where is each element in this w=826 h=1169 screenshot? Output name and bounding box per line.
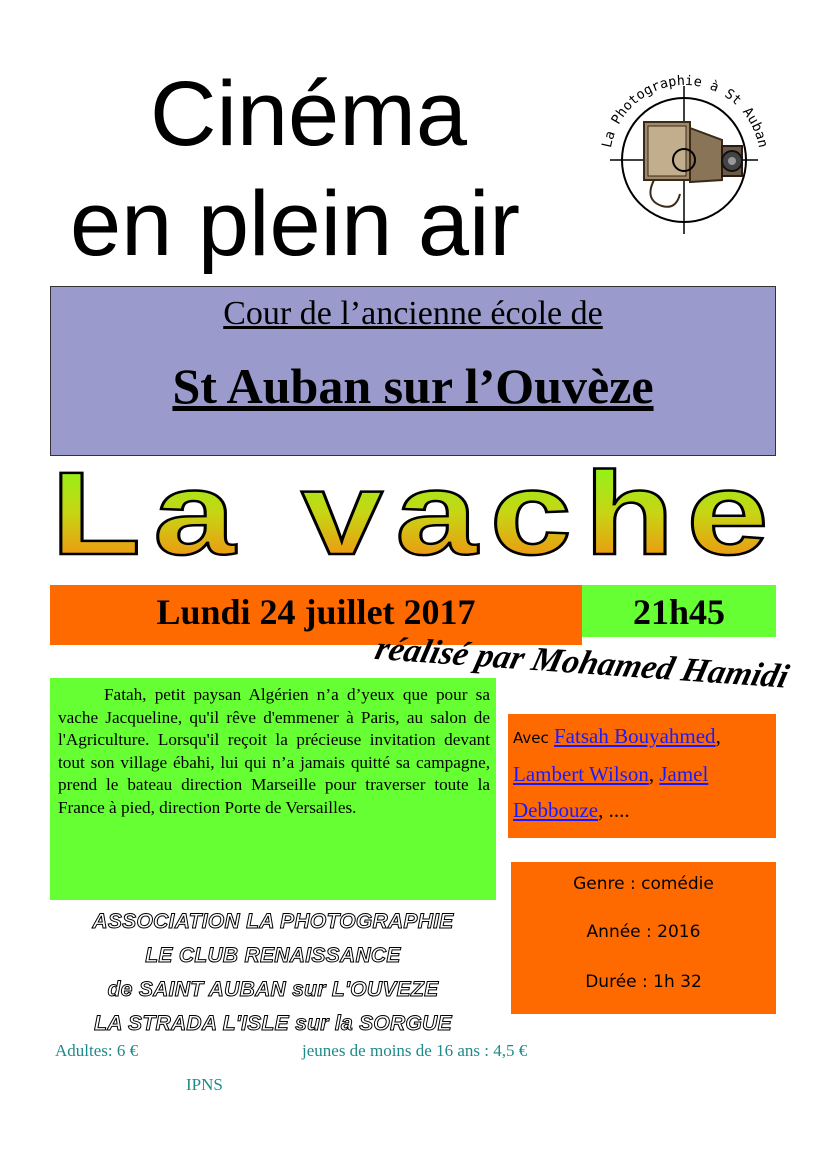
screening-date: Lundi 24 juillet 2017 <box>156 592 476 632</box>
title-line-2: en plein air <box>70 173 521 275</box>
cast-box: Avec Fatsah Bouyahmed, Lambert Wilson, J… <box>508 714 776 838</box>
date-banner: Lundi 24 juillet 2017 <box>50 585 582 645</box>
synopsis-box: Fatah, petit paysan Algérien n’a d’yeux … <box>50 678 496 900</box>
actor-link-1[interactable]: Fatsah Bouyahmed <box>554 724 716 748</box>
cast-separator: , <box>715 724 721 748</box>
time-banner: 21h45 <box>582 585 776 637</box>
film-title: La vache <box>50 447 781 576</box>
ipns-mark: IPNS <box>186 1075 223 1094</box>
club-logo: La Photographie à St Auban <box>599 73 771 234</box>
cast-lead: Avec <box>513 729 549 747</box>
film-duration: Durée : 1h 32 <box>585 972 702 992</box>
organizer-line-3: de SAINT AUBAN sur L'OUVEZE <box>107 978 439 1002</box>
organizer-line-2: LE CLUB RENAISSANCE <box>145 944 401 968</box>
cast-ellipsis: , .... <box>598 798 630 822</box>
film-info-box: Genre : comédie Année : 2016 Durée : 1h … <box>511 862 776 1014</box>
screening-time: 21h45 <box>632 592 726 632</box>
organizer-line-1: ASSOCIATION LA PHOTOGRAPHIE <box>92 910 454 934</box>
organizer-line-4: LA STRADA L'ISLE sur la SORGUE <box>94 1012 453 1036</box>
actor-link-2[interactable]: Lambert Wilson <box>513 762 649 786</box>
title-line-1: Cinéma <box>150 63 468 165</box>
film-year: Année : 2016 <box>586 922 701 942</box>
synopsis-text: Fatah, petit paysan Algérien n’a d’yeux … <box>58 685 490 817</box>
camera-icon <box>643 121 743 208</box>
venue-banner: Cour de l’ancienne école de St Auban sur… <box>50 286 776 456</box>
film-genre: Genre : comédie <box>573 874 714 894</box>
cast-list: Avec Fatsah Bouyahmed, Lambert Wilson, J… <box>513 718 771 828</box>
film-title-text: La vache <box>51 448 781 576</box>
price-adults: Adultes: 6 € <box>55 1041 139 1060</box>
price-youth: jeunes de moins de 16 ans : 4,5 € <box>302 1041 528 1060</box>
venue-line-2: St Auban sur l’Ouvèze <box>172 358 654 414</box>
venue-line-1: Cour de l’ancienne école de <box>223 295 603 332</box>
cast-separator: , <box>648 762 655 786</box>
